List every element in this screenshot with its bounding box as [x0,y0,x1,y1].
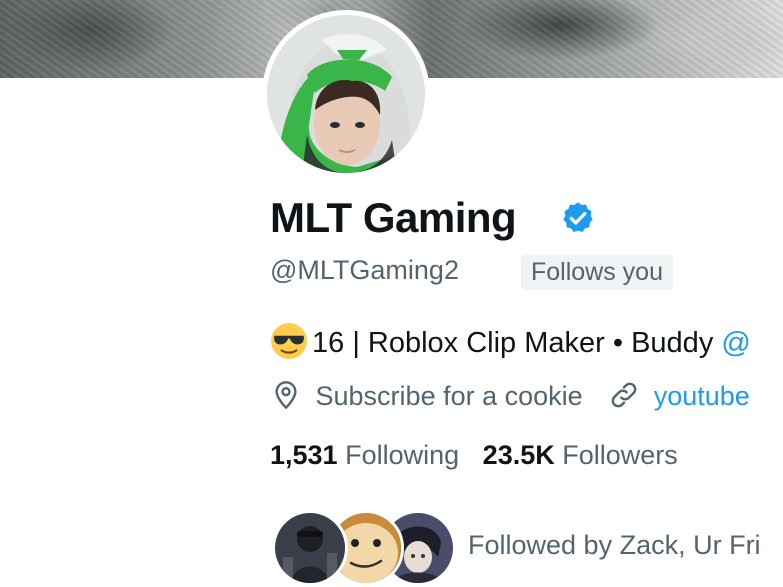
location-text: Subscribe for a cookie [315,381,583,411]
following-label: Following [345,440,460,470]
follows-you-badge: Follows you [521,255,673,290]
link-icon [611,382,637,408]
profile-avatar-frame [262,10,430,178]
verified-badge-icon[interactable] [560,200,596,236]
followed-by-text[interactable]: Followed by Zack, Ur Fri [468,526,761,564]
following-stat[interactable]: 1,531 Following [270,440,459,470]
bio-text: 16 | Roblox Clip Maker • Buddy [312,327,714,359]
location-pin-icon [275,381,297,410]
smiling-face-with-sunglasses-icon [271,323,307,359]
avatar[interactable] [267,15,425,173]
mutual-followers-avatars[interactable] [272,510,456,586]
followers-count: 23.5K [482,440,555,470]
profile-handle: @MLTGaming2 [270,255,459,285]
profile-stats: 1,531 Following 23.5K Followers [270,437,678,473]
profile-meta-row: Subscribe for a cookie youtube [270,378,750,414]
profile-name: MLT Gaming [270,194,517,241]
following-count: 1,531 [270,440,338,470]
avatar-image [267,15,425,173]
followers-label: Followers [562,440,678,470]
mutual-follower-avatar [272,510,348,586]
bio-mention-link[interactable]: @ [721,327,750,359]
profile-bio: 16 | Roblox Clip Maker • Buddy @ [270,322,751,362]
website-link[interactable]: youtube [654,381,750,411]
followers-stat[interactable]: 23.5K Followers [483,440,678,470]
